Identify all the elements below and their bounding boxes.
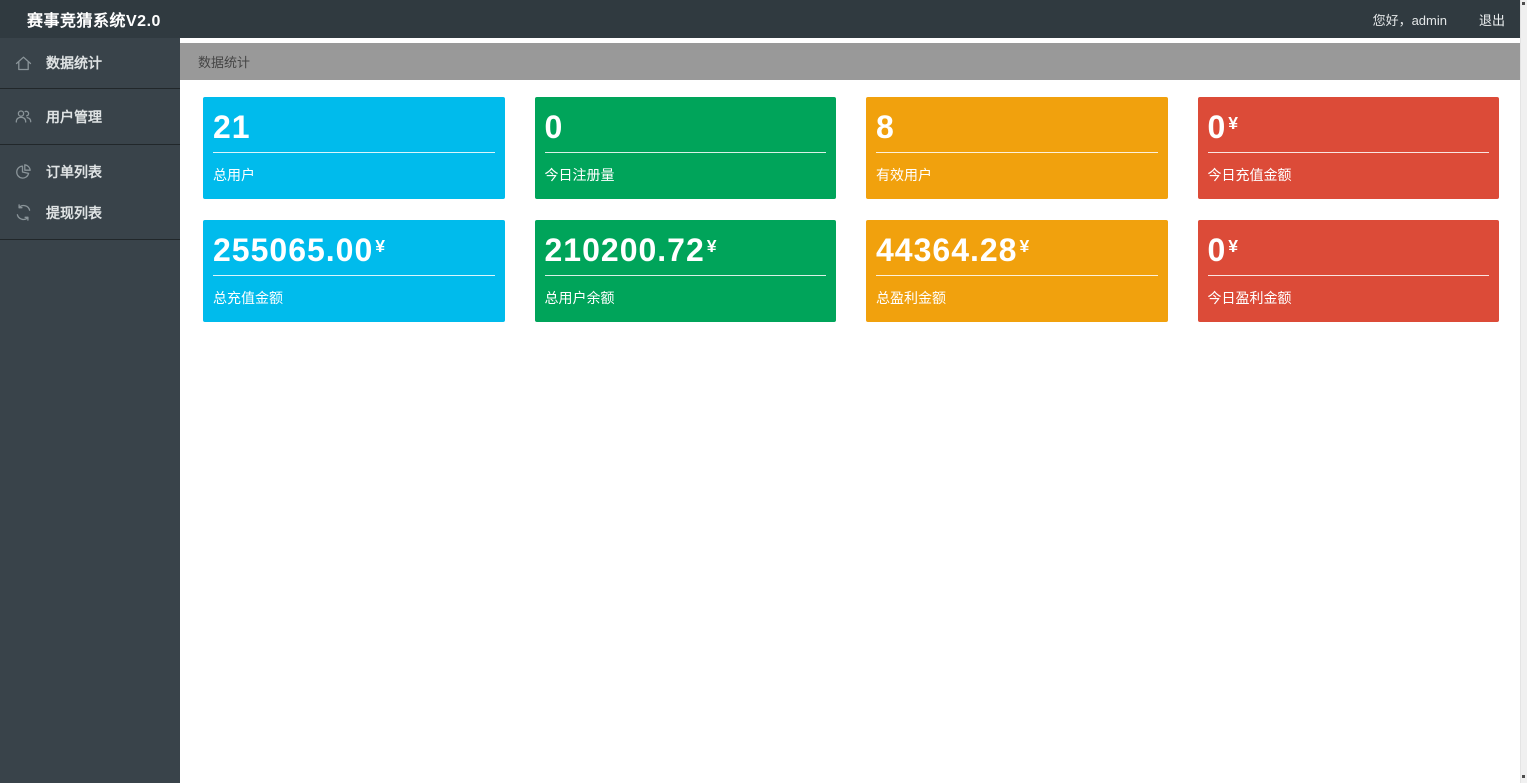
stat-divider (213, 152, 495, 153)
sidebar-item-label: 提现列表 (46, 203, 102, 223)
stat-label: 今日注册量 (545, 165, 827, 185)
currency-symbol: ¥ (1019, 236, 1030, 256)
vertical-scrollbar[interactable] (1520, 0, 1527, 783)
sidebar-group: 数据统计 (0, 38, 180, 89)
breadcrumb-label: 数据统计 (198, 52, 250, 71)
stat-value: 0 (545, 107, 827, 147)
stat-value: 0¥ (1208, 107, 1490, 147)
currency-symbol: ¥ (707, 236, 718, 256)
stat-value: 0¥ (1208, 230, 1490, 270)
currency-symbol: ¥ (1228, 236, 1239, 256)
stat-card-total-users: 21 总用户 (203, 97, 505, 199)
stat-cards-grid: 21 总用户 0 今日注册量 8 有效用户 0¥ 今日充值金额 255065.0… (180, 80, 1520, 322)
sidebar-item-label: 订单列表 (46, 162, 102, 182)
sidebar-item-order-list[interactable]: 订单列表 (0, 151, 180, 192)
sidebar-item-label: 用户管理 (46, 107, 102, 127)
breadcrumb: 数据统计 (180, 43, 1520, 80)
sidebar-group: 订单列表 提现列表 (0, 145, 180, 240)
stat-divider (1208, 275, 1490, 276)
stat-label: 有效用户 (876, 165, 1158, 185)
sidebar-item-label: 数据统计 (46, 53, 102, 73)
stat-divider (545, 152, 827, 153)
app-title: 赛事竞猜系统V2.0 (0, 7, 161, 31)
stat-value: 21 (213, 107, 495, 147)
currency-symbol: ¥ (375, 236, 386, 256)
stat-card-today-profit: 0¥ 今日盈利金额 (1198, 220, 1500, 322)
sidebar-group: 用户管理 (0, 89, 180, 145)
sidebar-nav: 数据统计 用户管理 订单列表 (0, 38, 180, 783)
stat-label: 今日盈利金额 (1208, 288, 1490, 308)
scrollbar-up-arrow[interactable] (1522, 2, 1525, 5)
scrollbar-down-arrow[interactable] (1522, 775, 1525, 778)
stat-card-valid-users: 8 有效用户 (866, 97, 1168, 199)
stat-divider (213, 275, 495, 276)
stat-label: 总盈利金额 (876, 288, 1158, 308)
users-icon (14, 107, 33, 126)
user-greeting: 您好，admin (1373, 10, 1447, 29)
stat-value: 44364.28¥ (876, 230, 1158, 270)
stat-label: 总用户 (213, 165, 495, 185)
home-icon (14, 54, 33, 73)
stat-card-total-profit: 44364.28¥ 总盈利金额 (866, 220, 1168, 322)
stat-label: 总充值金额 (213, 288, 495, 308)
stat-label: 今日充值金额 (1208, 165, 1490, 185)
stat-card-today-registrations: 0 今日注册量 (535, 97, 837, 199)
stat-value: 255065.00¥ (213, 230, 495, 270)
stat-card-total-recharge: 255065.00¥ 总充值金额 (203, 220, 505, 322)
pie-chart-icon (14, 162, 33, 181)
stat-divider (545, 275, 827, 276)
stat-divider (876, 152, 1158, 153)
stat-value: 8 (876, 107, 1158, 147)
stat-value: 210200.72¥ (545, 230, 827, 270)
stat-label: 总用户余额 (545, 288, 827, 308)
top-header: 赛事竞猜系统V2.0 您好，admin 退出 (0, 0, 1527, 38)
main-content: 数据统计 21 总用户 0 今日注册量 8 有效用户 0¥ 今日充值金额 255… (180, 38, 1520, 783)
sidebar-item-user-management[interactable]: 用户管理 (0, 89, 180, 144)
stat-card-today-recharge: 0¥ 今日充值金额 (1198, 97, 1500, 199)
logout-button[interactable]: 退出 (1479, 10, 1505, 29)
refresh-icon (14, 203, 33, 222)
stat-divider (1208, 152, 1490, 153)
sidebar-item-withdraw-list[interactable]: 提现列表 (0, 192, 180, 233)
sidebar-item-data-statistics[interactable]: 数据统计 (0, 38, 180, 88)
currency-symbol: ¥ (1228, 113, 1239, 133)
stat-divider (876, 275, 1158, 276)
stat-card-total-user-balance: 210200.72¥ 总用户余额 (535, 220, 837, 322)
